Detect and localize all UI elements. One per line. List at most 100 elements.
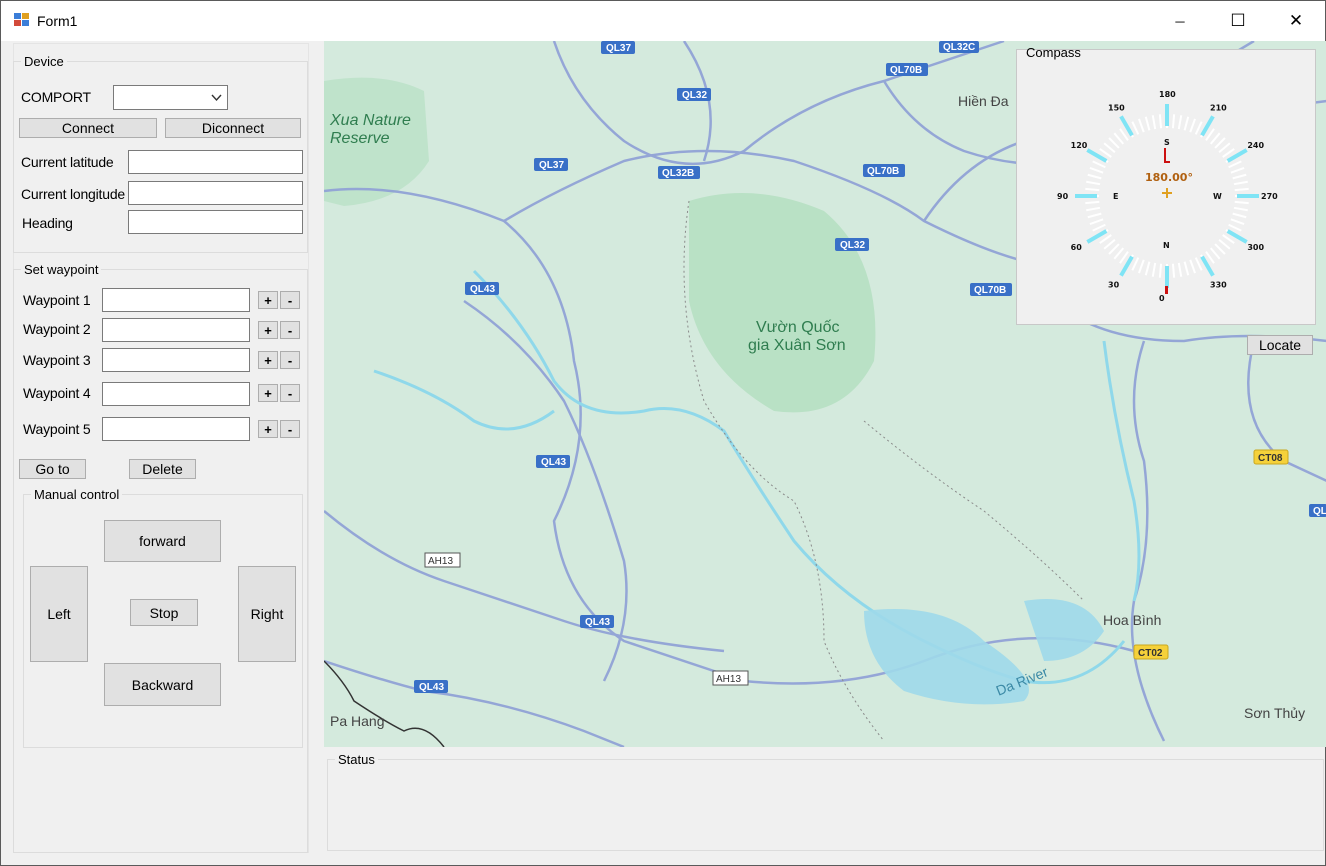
dir-s-label: S xyxy=(1164,138,1170,147)
ah-shield: AH13 xyxy=(712,670,749,686)
ct-shield-label: CT02 xyxy=(1138,648,1163,659)
compass-tick xyxy=(1209,132,1221,145)
compass-tick xyxy=(1214,137,1226,149)
compass-tick xyxy=(1119,251,1129,264)
route-shield-label: QL37 xyxy=(606,43,631,54)
park-label-xuan-son-2: gia Xuân Sơn xyxy=(748,337,846,354)
waypoint-3-minus-button[interactable]: - xyxy=(280,351,300,369)
locate-button[interactable]: Locate xyxy=(1247,335,1313,355)
connect-button[interactable]: Connect xyxy=(19,118,157,138)
waypoint-4-field[interactable] xyxy=(102,382,250,406)
route-shield-label: QL43 xyxy=(541,457,566,468)
comport-dropdown[interactable] xyxy=(113,85,228,110)
waypoint-4-plus-button[interactable]: + xyxy=(258,384,278,402)
compass-tick xyxy=(1138,259,1145,274)
waypoint-1-plus-button[interactable]: + xyxy=(258,291,278,309)
compass-degree-label: 240 xyxy=(1247,141,1264,150)
backward-button[interactable]: Backward xyxy=(104,663,221,706)
waypoint-5-plus-button[interactable]: + xyxy=(258,420,278,438)
route-shield: QL70B xyxy=(886,63,928,76)
waypoint-5-field[interactable] xyxy=(102,417,250,441)
compass-tick xyxy=(1151,115,1157,130)
compass-tick xyxy=(1232,173,1247,180)
status-group xyxy=(327,759,1324,851)
compass-tick xyxy=(1218,142,1231,154)
compass-tick xyxy=(1205,251,1215,264)
window-title: Form1 xyxy=(37,13,78,29)
compass-tick xyxy=(1171,114,1176,129)
compass-tick xyxy=(1218,238,1231,250)
route-shield-label: QL43 xyxy=(470,284,495,295)
route-shield: QL70B xyxy=(970,283,1012,296)
place-son-thuy: Sơn Thủy xyxy=(1244,705,1305,721)
waypoint-group-label: Set waypoint xyxy=(21,262,102,277)
route-shield: QL43 xyxy=(414,680,448,693)
compass-north-marker xyxy=(1165,286,1168,294)
route-shield: QL32B xyxy=(658,166,700,179)
compass-tick xyxy=(1222,148,1235,158)
heading-field[interactable] xyxy=(128,210,303,234)
waypoint-1-field[interactable] xyxy=(102,288,250,312)
delete-button[interactable]: Delete xyxy=(129,459,196,479)
waypoint-2-field[interactable] xyxy=(102,318,250,342)
compass-tick xyxy=(1087,173,1102,180)
waypoint-2-plus-button[interactable]: + xyxy=(258,321,278,339)
compass-tick xyxy=(1171,263,1176,278)
route-shield: QL32C xyxy=(939,41,979,53)
ct-shield: CT02 xyxy=(1133,644,1169,660)
disconnect-button[interactable]: Diconnect xyxy=(165,118,301,138)
compass-dial: 180150 210120 24090 27060 30030 3300 E W N S … xyxy=(1057,90,1278,303)
compass-tick xyxy=(1194,121,1203,135)
waypoint-4-minus-button[interactable]: - xyxy=(280,384,300,402)
ah-shield-label: AH13 xyxy=(716,674,741,685)
waypoint-4-label: Waypoint 4 xyxy=(23,385,91,401)
main-window: Form1 ─ ☐ ✕ Device COMPORT Connect Dicon… xyxy=(0,0,1326,866)
compass-degree-label: 30 xyxy=(1108,280,1120,289)
compass-tick xyxy=(1222,234,1235,244)
compass-tick xyxy=(1228,160,1242,169)
waypoint-2-minus-button[interactable]: - xyxy=(280,321,300,339)
waypoint-1-label: Waypoint 1 xyxy=(23,292,91,308)
waypoint-5-minus-button[interactable]: - xyxy=(280,420,300,438)
left-button[interactable]: Left xyxy=(30,566,88,662)
compass-tick xyxy=(1230,218,1245,225)
compass-tick xyxy=(1144,116,1151,131)
route-shield: QL37 xyxy=(534,158,568,171)
right-button[interactable]: Right xyxy=(238,566,296,662)
compass-tick xyxy=(1087,212,1102,219)
compass-tick xyxy=(1089,167,1104,174)
compass-degree-label: 210 xyxy=(1210,104,1227,113)
waypoint-5-label: Waypoint 5 xyxy=(23,421,91,437)
longitude-field[interactable] xyxy=(128,181,303,205)
heading-label: Heading xyxy=(22,215,73,231)
goto-button[interactable]: Go to xyxy=(19,459,86,479)
compass-tick xyxy=(1113,132,1125,145)
stop-button[interactable]: Stop xyxy=(130,599,198,626)
compass-degree-label: 150 xyxy=(1108,104,1125,113)
compass-tick xyxy=(1092,160,1106,169)
waypoint-3-plus-button[interactable]: + xyxy=(258,351,278,369)
waypoint-1-minus-button[interactable]: - xyxy=(280,291,300,309)
park-label-xua-1: Xua Nature xyxy=(329,112,411,129)
dir-n-label: N xyxy=(1163,241,1170,250)
maximize-button[interactable]: ☐ xyxy=(1209,1,1267,41)
comport-label: COMPORT xyxy=(21,89,91,105)
compass-tick xyxy=(1089,218,1104,225)
place-hoa-binh: Hoa Bình xyxy=(1103,612,1161,628)
waypoint-3-field[interactable] xyxy=(102,348,250,372)
compass-tick xyxy=(1103,238,1116,250)
longitude-label: Current longitude xyxy=(21,186,125,202)
waypoint-2-label: Waypoint 2 xyxy=(23,321,91,337)
forward-button[interactable]: forward xyxy=(104,520,221,562)
compass-degree-label: 90 xyxy=(1057,192,1069,201)
route-shield: QL43 xyxy=(580,615,614,628)
close-button[interactable]: ✕ xyxy=(1267,1,1325,41)
compass-tick xyxy=(1086,180,1101,186)
park-label-xuan-son-1: Vườn Quốc xyxy=(756,319,839,336)
park-label-xua-2: Reserve xyxy=(330,130,390,147)
minimize-button[interactable]: ─ xyxy=(1151,1,1209,41)
route-shield-label: QL32 xyxy=(840,240,865,251)
latitude-field[interactable] xyxy=(128,150,303,174)
manual-control-label: Manual control xyxy=(31,487,123,502)
compass-tick xyxy=(1108,243,1120,255)
